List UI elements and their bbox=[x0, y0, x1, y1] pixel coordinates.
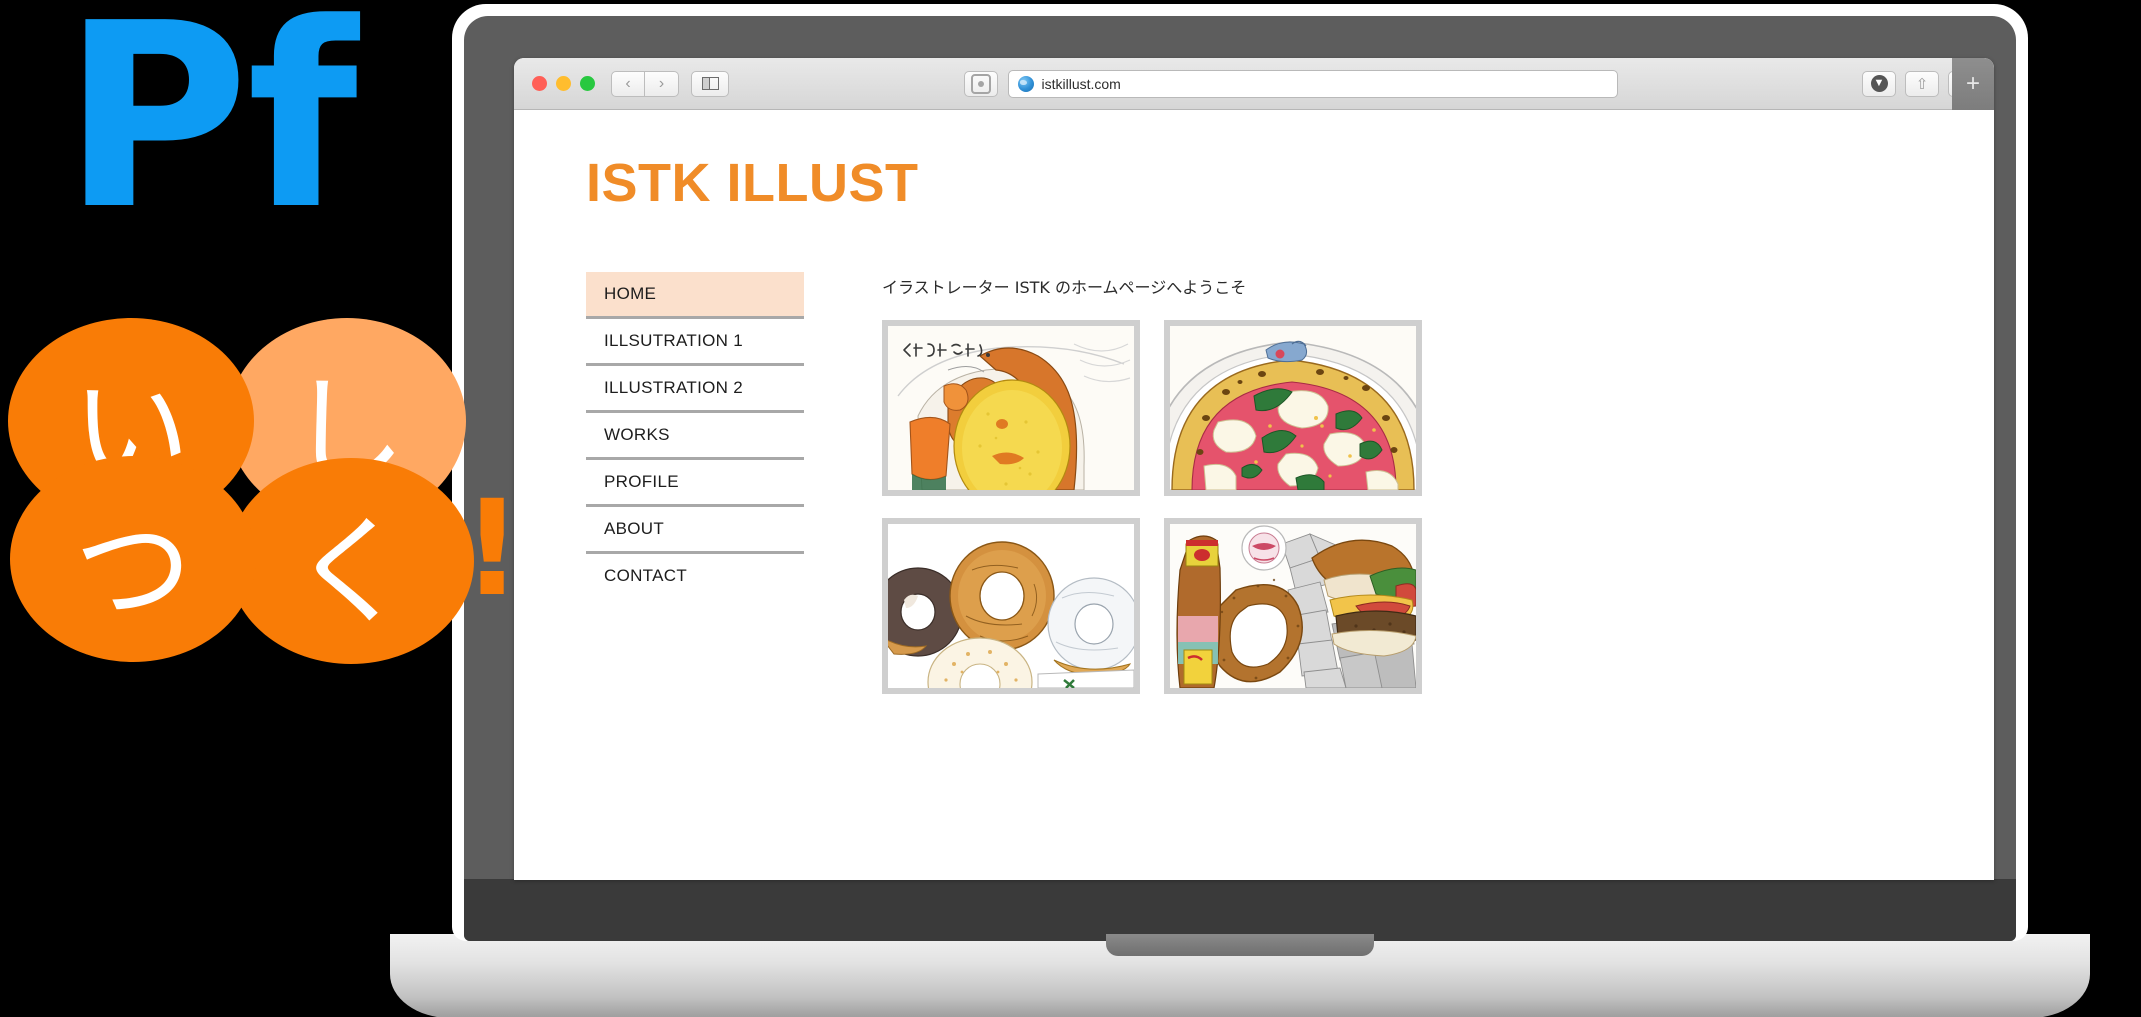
minimize-window-button[interactable] bbox=[556, 76, 571, 91]
sidebar-item-illustration-2[interactable]: ILLUSTRATION 2 bbox=[586, 366, 804, 413]
web-page-content: ISTK ILLUST HOME ILLSUTRATION 1 ILLUSTRA… bbox=[514, 110, 1994, 880]
url-text: istkillust.com bbox=[1041, 75, 1121, 92]
laptop-screen-bezel: ‹ › istkillust.com ▼ ⇧ + ISTK ILLUST HOM… bbox=[464, 16, 2016, 941]
omurice-pumpkin-illustration bbox=[888, 326, 1134, 490]
gallery-thumb-pizza[interactable] bbox=[1164, 320, 1422, 496]
downloads-button[interactable]: ▼ bbox=[1862, 70, 1896, 97]
close-window-button[interactable] bbox=[532, 76, 547, 91]
share-button[interactable]: ⇧ bbox=[1905, 70, 1939, 97]
download-icon: ▼ bbox=[1870, 75, 1888, 92]
sidebar-item-home[interactable]: HOME bbox=[586, 272, 804, 319]
margherita-pizza-illustration bbox=[1170, 326, 1416, 490]
logo-bubble-tsu-char: つ bbox=[73, 500, 192, 639]
site-navigation: HOME ILLSUTRATION 1 ILLUSTRATION 2 WORKS… bbox=[586, 272, 804, 694]
share-icon: ⇧ bbox=[1915, 75, 1929, 93]
back-button[interactable]: ‹ bbox=[611, 70, 645, 97]
reader-view-button[interactable] bbox=[963, 70, 998, 97]
laptop-mockup: ‹ › istkillust.com ▼ ⇧ + ISTK ILLUST HOM… bbox=[390, 4, 2090, 1017]
plus-icon: + bbox=[1965, 70, 1980, 97]
logo-exclamation: ! bbox=[462, 472, 523, 626]
sidebar-toggle-button[interactable] bbox=[691, 70, 729, 97]
new-tab-button[interactable]: + bbox=[1952, 58, 1994, 110]
sidebar-item-contact[interactable]: CONTACT bbox=[586, 554, 804, 598]
gallery-thumb-burger[interactable] bbox=[1164, 518, 1422, 694]
page-title: ISTK ILLUST bbox=[586, 153, 919, 213]
laptop-lid: ‹ › istkillust.com ▼ ⇧ + ISTK ILLUST HOM… bbox=[452, 4, 2028, 941]
reader-icon bbox=[970, 73, 991, 94]
address-bar[interactable]: istkillust.com bbox=[1007, 69, 1618, 98]
laptop-base-notch bbox=[1106, 934, 1374, 956]
logo-bubble-ku-char: く bbox=[291, 502, 410, 641]
donuts-illustration bbox=[888, 524, 1134, 688]
sidebar-item-illustration-1[interactable]: ILLSUTRATION 1 bbox=[586, 319, 804, 366]
main-content: イラストレーター ISTK のホームページへようこそ bbox=[882, 272, 1422, 694]
zoom-window-button[interactable] bbox=[580, 76, 595, 91]
illustration-gallery bbox=[882, 320, 1422, 694]
sidebar-item-profile[interactable]: PROFILE bbox=[586, 460, 804, 507]
globe-icon bbox=[1017, 75, 1034, 92]
chevron-right-icon: › bbox=[658, 74, 665, 92]
pf-wordmark: Pf bbox=[62, 0, 358, 266]
sidebar-item-works[interactable]: WORKS bbox=[586, 413, 804, 460]
logo-bubble-ku: く bbox=[228, 458, 474, 664]
forward-button[interactable]: › bbox=[645, 70, 679, 97]
window-controls bbox=[532, 76, 595, 91]
sidebar-item-about[interactable]: ABOUT bbox=[586, 507, 804, 554]
browser-toolbar: ‹ › istkillust.com ▼ ⇧ + bbox=[514, 58, 1994, 110]
gallery-thumb-omurice[interactable] bbox=[882, 320, 1140, 496]
gallery-thumb-donuts[interactable] bbox=[882, 518, 1140, 694]
welcome-text: イラストレーター ISTK のホームページへようこそ bbox=[882, 278, 1247, 297]
chevron-left-icon: ‹ bbox=[625, 74, 631, 92]
burger-onion-ring-illustration bbox=[1170, 524, 1416, 688]
bezel-shadow bbox=[464, 879, 2016, 941]
browser-window: ‹ › istkillust.com ▼ ⇧ + ISTK ILLUST HOM… bbox=[514, 58, 1994, 880]
logo-bubble-tsu: つ bbox=[10, 456, 256, 662]
sidebar-icon bbox=[701, 77, 719, 90]
page-body: HOME ILLSUTRATION 1 ILLUSTRATION 2 WORKS… bbox=[586, 272, 1994, 694]
screenshot-root: Pf し い く つ ! ‹ › istkillust.com ▼ ⇧ + IS… bbox=[0, 0, 2141, 1017]
